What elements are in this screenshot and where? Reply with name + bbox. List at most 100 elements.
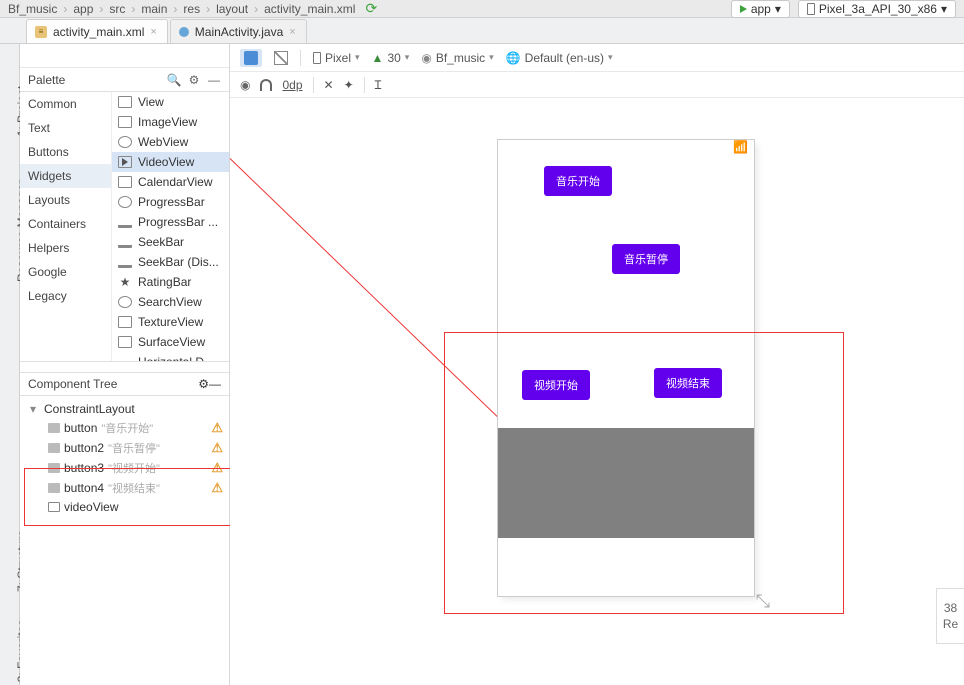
palette-item-surfaceview[interactable]: SurfaceView — [112, 332, 229, 352]
design-surface-button[interactable] — [240, 49, 262, 67]
preview-button-music-start[interactable]: 音乐开始 — [544, 166, 612, 196]
palette-item-progressbar[interactable]: ProgressBar — [112, 192, 229, 212]
collapse-icon[interactable]: — — [209, 377, 221, 391]
warning-icon[interactable]: ⚠ — [211, 440, 223, 456]
breadcrumb-bar: Bf_music› app› src› main› res› layout› a… — [0, 0, 964, 18]
component-tree: ▾ ConstraintLayout button "音乐开始" ⚠ butto… — [20, 396, 229, 520]
resize-handle-icon[interactable]: ⤡ — [756, 591, 770, 612]
infer-constraints-button[interactable]: ✦ — [344, 78, 354, 92]
tree-item-button4[interactable]: button4 "视频结束" ⚠ — [20, 478, 229, 498]
tree-item-button2[interactable]: button2 "音乐暂停" ⚠ — [20, 438, 229, 458]
palette-cat-buttons[interactable]: Buttons — [20, 140, 111, 164]
close-icon[interactable]: × — [289, 26, 295, 38]
preview-statusbar: 📶 — [498, 140, 754, 154]
palette-header: Palette 🔍 ⚙ — — [20, 68, 229, 92]
theme-dropdown[interactable]: ◉Bf_music▾ — [421, 51, 493, 65]
crumb[interactable]: layout — [216, 2, 248, 16]
design-canvas[interactable]: 📶 音乐开始 音乐暂停 视频开始 视频结束 ⤡ — [230, 98, 964, 685]
palette-item-imageview[interactable]: ImageView — [112, 112, 229, 132]
tree-item-button[interactable]: button "音乐开始" ⚠ — [20, 418, 229, 438]
crumb[interactable]: res — [183, 2, 200, 16]
api-dropdown[interactable]: ▲30▾ — [372, 51, 410, 65]
chevron-down-icon: ▾ — [775, 2, 781, 16]
locale-dropdown[interactable]: 🌐Default (en-us)▾ — [506, 51, 613, 65]
device-label: Pixel_3a_API_30_x86 — [819, 2, 937, 16]
crumb[interactable]: activity_main.xml — [264, 2, 355, 16]
right-floating-badge[interactable]: 38 Re — [936, 588, 964, 644]
designer-toolbar-top: Pixel▾ ▲30▾ ◉Bf_music▾ 🌐Default (en-us)▾ — [230, 44, 964, 72]
tree-caret-icon[interactable]: ▾ — [30, 402, 40, 416]
device-selector[interactable]: Pixel_3a_API_30_x86 ▾ — [798, 0, 956, 18]
close-icon[interactable]: × — [150, 26, 156, 38]
view-icon — [48, 463, 60, 473]
warning-icon[interactable]: ⚠ — [211, 480, 223, 496]
palette-item-calendarview[interactable]: CalendarView — [112, 172, 229, 192]
preview-button-video-start[interactable]: 视频开始 — [522, 370, 590, 400]
layout-designer: Pixel▾ ▲30▾ ◉Bf_music▾ 🌐Default (en-us)▾… — [230, 44, 964, 685]
collapse-icon[interactable]: — — [207, 73, 221, 87]
palette-cat-text[interactable]: Text — [20, 116, 111, 140]
palette-item-seekbar-discrete[interactable]: SeekBar (Dis... — [112, 252, 229, 272]
palette-cat-widgets[interactable]: Widgets — [20, 164, 111, 188]
search-icon[interactable]: 🔍 — [167, 73, 181, 87]
videoview-icon — [48, 502, 60, 512]
warning-icon[interactable]: ⚠ — [211, 420, 223, 436]
palette-item-seekbar[interactable]: SeekBar — [112, 232, 229, 252]
blueprint-toggle[interactable] — [274, 51, 288, 65]
palette-cat-common[interactable]: Common — [20, 92, 111, 116]
autoconnect-toggle[interactable] — [260, 79, 272, 91]
palette-item-textureview[interactable]: TextureView — [112, 312, 229, 332]
device-dropdown[interactable]: Pixel▾ — [313, 51, 360, 65]
blueprint-icon — [274, 51, 288, 65]
crumb[interactable]: Bf_music — [8, 2, 57, 16]
palette-item-searchview[interactable]: SearchView — [112, 292, 229, 312]
palette-cat-helpers[interactable]: Helpers — [20, 236, 111, 260]
crumb[interactable]: main — [141, 2, 167, 16]
tab-label: activity_main.xml — [53, 25, 144, 39]
run-config-selector[interactable]: app ▾ — [731, 0, 790, 18]
palette-cat-containers[interactable]: Containers — [20, 212, 111, 236]
palette-item-ratingbar[interactable]: ★RatingBar — [112, 272, 229, 292]
phone-icon — [807, 3, 815, 15]
gear-icon[interactable]: ⚙ — [187, 73, 201, 87]
clear-constraints-button[interactable]: ✕ — [324, 78, 334, 92]
run-icon — [740, 5, 747, 13]
palette-item-view[interactable]: View — [112, 92, 229, 112]
sync-icon[interactable]: ⟳ — [365, 0, 377, 17]
component-tree-title: Component Tree — [28, 377, 198, 391]
palette-categories: Common Text Buttons Widgets Layouts Cont… — [20, 92, 112, 361]
tree-root-constraintlayout[interactable]: ▾ ConstraintLayout — [20, 400, 229, 418]
left-toolwindow-gutter: 1: Project Resource Manager 7: Structure… — [0, 44, 20, 685]
gear-icon[interactable]: ⚙ — [198, 377, 209, 391]
default-margin-button[interactable]: 0dp — [282, 78, 302, 92]
view-options-button[interactable] — [240, 78, 250, 92]
left-panel: Palette 🔍 ⚙ — Common Text Buttons Widget… — [20, 44, 230, 685]
palette-cat-legacy[interactable]: Legacy — [20, 284, 111, 308]
crumb[interactable]: src — [109, 2, 125, 16]
palette-item-progressbar-h[interactable]: ProgressBar ... — [112, 212, 229, 232]
editor-tabbar: ≡ activity_main.xml × MainActivity.java … — [0, 18, 964, 44]
tree-item-videoview[interactable]: videoView — [20, 498, 229, 516]
warning-icon[interactable]: ⚠ — [211, 460, 223, 476]
device-preview[interactable]: 📶 音乐开始 音乐暂停 视频开始 视频结束 ⤡ — [498, 140, 754, 596]
preview-button-music-pause[interactable]: 音乐暂停 — [612, 244, 680, 274]
palette-items: View ImageView WebView VideoView Calenda… — [112, 92, 229, 361]
palette-item-videoview[interactable]: VideoView — [112, 152, 229, 172]
palette-cat-layouts[interactable]: Layouts — [20, 188, 111, 212]
tab-main-activity[interactable]: MainActivity.java × — [170, 19, 307, 43]
crumb[interactable]: app — [73, 2, 93, 16]
xml-file-icon: ≡ — [35, 26, 47, 38]
preview-videoview[interactable] — [498, 428, 754, 538]
palette-item-horizontal-divider[interactable]: Horizontal D... — [112, 352, 229, 361]
phone-icon — [313, 52, 321, 64]
guidelines-button[interactable]: Ɪ — [375, 76, 382, 93]
java-file-icon — [179, 27, 189, 37]
tab-activity-main[interactable]: ≡ activity_main.xml × — [26, 19, 168, 43]
palette-cat-google[interactable]: Google — [20, 260, 111, 284]
preview-button-video-end[interactable]: 视频结束 — [654, 368, 722, 398]
view-icon — [48, 423, 60, 433]
annotation-line — [230, 158, 518, 437]
tree-item-button3[interactable]: button3 "视频开始" ⚠ — [20, 458, 229, 478]
chevron-down-icon: ▾ — [941, 2, 947, 16]
palette-item-webview[interactable]: WebView — [112, 132, 229, 152]
